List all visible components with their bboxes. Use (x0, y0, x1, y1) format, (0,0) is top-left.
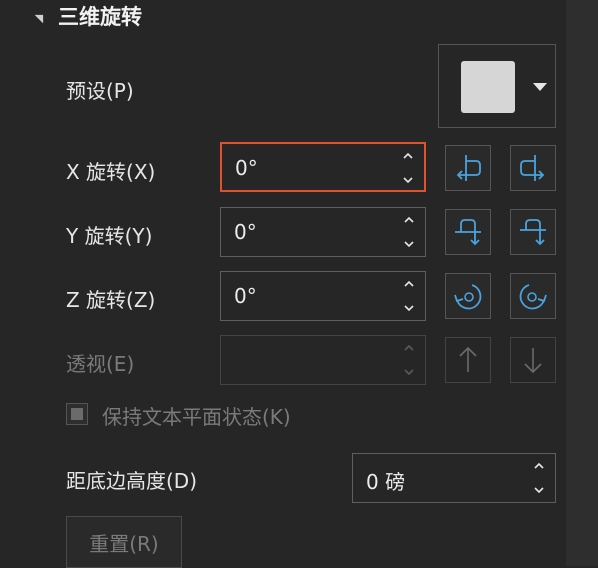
z-rotation-value[interactable]: 0° (234, 284, 257, 308)
rotate-left-x-button[interactable] (445, 145, 491, 191)
perspective-decrease-button[interactable] (510, 337, 556, 383)
spinner-arrows[interactable] (403, 277, 415, 315)
spinner-arrows[interactable] (403, 341, 415, 379)
section-title: 三维旋转 (58, 5, 142, 29)
rotate-clockwise-icon (519, 284, 547, 310)
keep-text-flat-label: 保持文本平面状态(K) (102, 405, 291, 429)
x-rotation-spinner[interactable]: 0° (220, 142, 426, 192)
rotate-left-icon (456, 155, 481, 181)
collapse-triangle-icon (34, 10, 48, 24)
arrow-up-icon (459, 346, 477, 372)
preset-label: 预设(P) (66, 79, 134, 103)
z-rotation-label: Z 旋转(Z) (66, 288, 156, 312)
checkbox-indeterminate-mark (71, 408, 83, 420)
rotate-up-icon (455, 219, 481, 246)
y-rotation-label: Y 旋转(Y) (66, 224, 153, 248)
spinner-arrows[interactable] (402, 149, 414, 187)
x-rotation-value[interactable]: 0° (235, 156, 258, 180)
perspective-spinner[interactable] (220, 335, 426, 385)
reset-button[interactable]: 重置(R) (66, 516, 182, 568)
distance-from-ground-value[interactable]: 0 磅 (366, 466, 405, 495)
y-rotation-value[interactable]: 0° (234, 220, 257, 244)
spinner-arrows[interactable] (403, 213, 415, 251)
section-header-3d-rotation[interactable]: 三维旋转 (34, 2, 142, 30)
rotate-counterclockwise-icon (454, 284, 482, 310)
x-rotation-label: X 旋转(X) (66, 160, 156, 184)
perspective-label: 透视(E) (66, 352, 135, 376)
panel-scrollbar[interactable] (566, 0, 598, 566)
rotate-down-y-button[interactable] (510, 209, 556, 255)
preset-dropdown-button[interactable] (438, 44, 556, 128)
distance-from-ground-spinner[interactable]: 0 磅 (352, 453, 556, 503)
rotate-clockwise-z-button[interactable] (510, 273, 556, 319)
spinner-arrows[interactable] (533, 459, 545, 497)
arrow-down-icon (524, 348, 542, 374)
rotate-right-x-button[interactable] (510, 145, 556, 191)
chevron-down-icon (533, 83, 547, 91)
y-rotation-spinner[interactable]: 0° (220, 207, 426, 257)
rotate-right-icon (520, 155, 545, 181)
distance-from-ground-label: 距底边高度(D) (66, 469, 198, 493)
z-rotation-spinner[interactable]: 0° (220, 271, 426, 321)
keep-text-flat-checkbox[interactable] (66, 403, 88, 425)
preset-swatch (461, 61, 515, 113)
rotate-down-icon (520, 219, 546, 246)
rotate-counterclockwise-z-button[interactable] (445, 273, 491, 319)
rotate-up-y-button[interactable] (445, 209, 491, 255)
perspective-increase-button[interactable] (445, 337, 491, 383)
